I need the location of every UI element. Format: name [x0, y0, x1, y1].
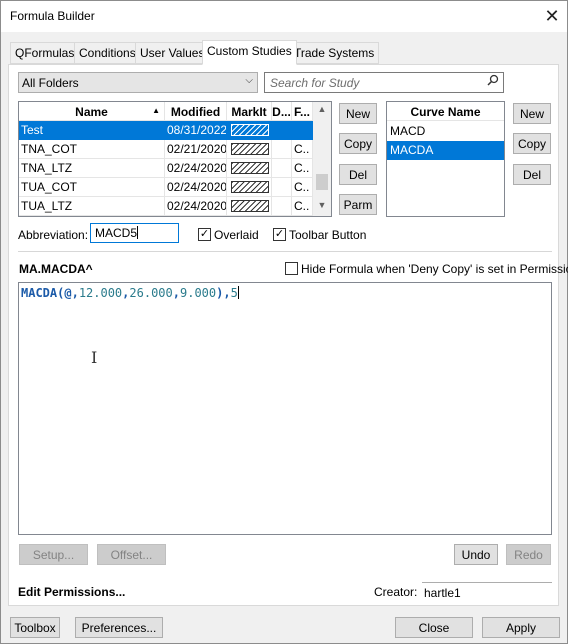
- folder-select[interactable]: All Folders ⌵: [18, 72, 258, 93]
- close-icon[interactable]: ✕: [539, 5, 565, 27]
- cell-markit: [227, 140, 272, 159]
- divider: [18, 251, 552, 252]
- cell-modified: 02/24/2020: [165, 178, 227, 197]
- text-caret: [137, 226, 139, 239]
- markit-hatch-swatch: [231, 162, 269, 174]
- cell-d: [272, 140, 292, 159]
- new-study-button[interactable]: New: [339, 103, 377, 124]
- setup-button[interactable]: Setup...: [19, 544, 88, 565]
- column-header-f[interactable]: F...: [292, 102, 313, 121]
- toolbox-button[interactable]: Toolbox: [10, 617, 60, 638]
- column-header-modified[interactable]: Modified: [165, 102, 227, 121]
- cell-f: C..: [292, 159, 313, 178]
- formula-editor[interactable]: MACDA(@,12.000,26.000,9.000),5 I: [18, 282, 552, 535]
- window-title: Formula Builder: [10, 9, 95, 23]
- column-header-markit[interactable]: MarkIt: [227, 102, 272, 121]
- cell-markit: [227, 121, 272, 140]
- close-button[interactable]: Close: [395, 617, 473, 638]
- cell-f: C..: [292, 140, 313, 159]
- cell-f: [292, 121, 313, 140]
- folder-select-value: All Folders: [22, 76, 79, 90]
- cell-name: TUA_LTZ: [19, 197, 165, 216]
- tab-user-values[interactable]: User Values: [135, 42, 210, 64]
- table-row[interactable]: TNA_LTZ 02/24/2020 C..: [19, 159, 313, 178]
- toolbar-button-checkbox[interactable]: ✓: [273, 228, 286, 241]
- hide-formula-label: Hide Formula when 'Deny Copy' is set in …: [301, 262, 568, 276]
- new-curve-button[interactable]: New: [513, 103, 551, 124]
- preferences-button[interactable]: Preferences...: [75, 617, 163, 638]
- redo-button[interactable]: Redo: [506, 544, 551, 565]
- cell-modified: 08/31/2022: [165, 121, 227, 140]
- column-header-name[interactable]: Name ▲: [19, 102, 165, 121]
- column-header-d[interactable]: D...: [272, 102, 292, 121]
- curve-item-macda[interactable]: MACDA: [387, 141, 504, 160]
- tab-trade-systems[interactable]: Trade Systems: [289, 42, 380, 64]
- cell-name: TNA_LTZ: [19, 159, 165, 178]
- tab-qformulas[interactable]: QFormulas: [10, 42, 80, 64]
- table-row[interactable]: TUA_LTZ 02/24/2020 C..: [19, 197, 313, 216]
- cell-d: [272, 197, 292, 216]
- abbreviation-label: Abbreviation:: [18, 228, 89, 242]
- tab-conditions[interactable]: Conditions: [74, 42, 141, 64]
- search-placeholder: Search for Study: [270, 76, 360, 90]
- markit-hatch-swatch: [231, 124, 269, 136]
- cell-f: C..: [292, 197, 313, 216]
- creator-field: hartle1: [422, 582, 552, 602]
- overlaid-label: Overlaid: [214, 228, 259, 242]
- scrollbar-thumb[interactable]: [316, 174, 328, 190]
- text-caret: [237, 286, 239, 299]
- search-icon: [487, 74, 499, 89]
- curve-item-macd[interactable]: MACD: [387, 122, 504, 141]
- offset-button[interactable]: Offset...: [97, 544, 166, 565]
- delete-study-button[interactable]: Del: [339, 164, 377, 185]
- tab-custom-studies[interactable]: Custom Studies: [202, 40, 297, 65]
- cell-d: [272, 159, 292, 178]
- table-row[interactable]: TUA_COT 02/24/2020 C..: [19, 178, 313, 197]
- cell-modified: 02/24/2020: [165, 159, 227, 178]
- markit-hatch-swatch: [231, 181, 269, 193]
- table-row[interactable]: TNA_COT 02/21/2020 C..: [19, 140, 313, 159]
- cell-d: [272, 121, 292, 140]
- apply-button[interactable]: Apply: [482, 617, 560, 638]
- study-table-scrollbar[interactable]: ▲ ▼: [313, 102, 331, 216]
- cell-f: C..: [292, 178, 313, 197]
- title-bar: Formula Builder ✕: [1, 1, 567, 32]
- sort-ascending-icon: ▲: [152, 106, 160, 115]
- scroll-down-icon[interactable]: ▼: [313, 200, 331, 210]
- markit-hatch-swatch: [231, 143, 269, 155]
- study-table: Name ▲ Modified MarkIt D... F... Test 08…: [18, 101, 332, 217]
- formula-text: MACDA(@,12.000,26.000,9.000),5: [21, 286, 239, 300]
- hide-formula-checkbox[interactable]: [285, 262, 298, 275]
- cell-name: TNA_COT: [19, 140, 165, 159]
- cell-markit: [227, 178, 272, 197]
- cell-markit: [227, 197, 272, 216]
- edit-permissions-link[interactable]: Edit Permissions...: [18, 585, 125, 599]
- cell-markit: [227, 159, 272, 178]
- formula-builder-window: Formula Builder ✕ QFormulas Conditions U…: [0, 0, 568, 644]
- ibeam-cursor-icon: I: [91, 348, 98, 367]
- cell-d: [272, 178, 292, 197]
- chevron-down-icon: ⌵: [245, 75, 253, 86]
- delete-curve-button[interactable]: Del: [513, 164, 551, 185]
- overlaid-checkbox[interactable]: ✓: [198, 228, 211, 241]
- study-search-input[interactable]: Search for Study: [264, 72, 504, 93]
- cell-name: TUA_COT: [19, 178, 165, 197]
- copy-curve-button[interactable]: Copy: [513, 133, 551, 154]
- curve-list-header: Curve Name: [387, 102, 504, 121]
- cell-modified: 02/21/2020: [165, 140, 227, 159]
- cell-modified: 02/24/2020: [165, 197, 227, 216]
- parameters-button[interactable]: Parm: [339, 194, 377, 215]
- scroll-up-icon[interactable]: ▲: [313, 104, 331, 114]
- copy-study-button[interactable]: Copy: [339, 133, 377, 154]
- cell-name: Test: [19, 121, 165, 140]
- toolbar-button-label: Toolbar Button: [289, 228, 367, 242]
- abbreviation-input[interactable]: MACD5: [90, 223, 179, 243]
- creator-label: Creator:: [374, 585, 418, 599]
- formula-curve-name: MA.MACDA^: [19, 262, 93, 276]
- markit-hatch-swatch: [231, 200, 269, 212]
- table-row[interactable]: Test 08/31/2022: [19, 121, 313, 140]
- undo-button[interactable]: Undo: [454, 544, 498, 565]
- curve-list: Curve Name MACD MACDA: [386, 101, 505, 217]
